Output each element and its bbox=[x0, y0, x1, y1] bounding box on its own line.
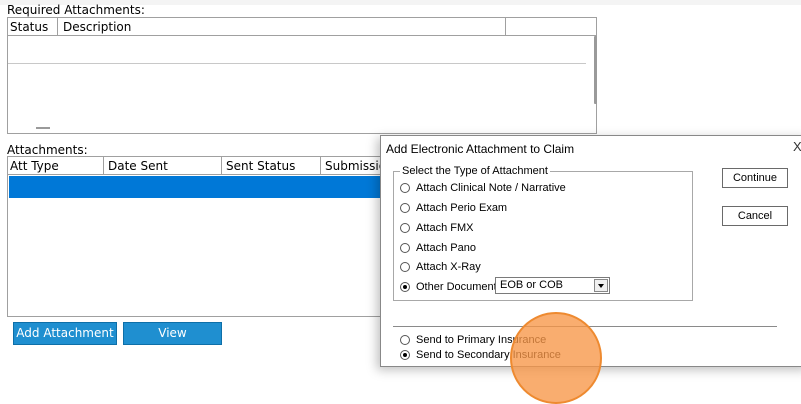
document-type-select[interactable]: EOB or COB bbox=[495, 277, 610, 294]
radio-icon[interactable] bbox=[400, 335, 410, 345]
attachments-grid[interactable]: Att Type Date Sent Sent Status Submissio… bbox=[7, 156, 397, 317]
radio-label: Attach Clinical Note / Narrative bbox=[416, 182, 566, 194]
column-header-sent-status[interactable]: Sent Status bbox=[224, 157, 319, 175]
column-header-status[interactable]: Status bbox=[8, 18, 58, 36]
radio-icon[interactable] bbox=[400, 350, 410, 360]
column-separator bbox=[505, 18, 506, 36]
vertical-scrollbar[interactable] bbox=[594, 36, 597, 104]
column-separator bbox=[221, 157, 222, 175]
radio-label: Attach FMX bbox=[416, 222, 474, 234]
grid-row-line bbox=[8, 63, 586, 64]
dialog-title: Add Electronic Attachment to Claim bbox=[386, 142, 575, 156]
column-separator bbox=[103, 157, 104, 175]
radio-icon[interactable] bbox=[400, 262, 410, 272]
required-attachments-grid[interactable]: Status Description bbox=[7, 17, 597, 134]
radio-icon[interactable] bbox=[400, 183, 410, 193]
radio-label: Attach Perio Exam bbox=[416, 202, 508, 214]
attachments-label: Attachments: bbox=[7, 143, 88, 157]
column-header-date-sent[interactable]: Date Sent bbox=[106, 157, 216, 175]
continue-button[interactable]: Continue bbox=[722, 168, 788, 188]
radio-perio-exam[interactable]: Attach Perio Exam bbox=[400, 201, 507, 215]
view-attachment-button[interactable]: View Attachment bbox=[123, 322, 222, 361]
attachments-grid-header: Att Type Date Sent Sent Status Submissio… bbox=[8, 157, 396, 175]
radio-icon[interactable] bbox=[400, 223, 410, 233]
column-header-att-type[interactable]: Att Type bbox=[8, 157, 98, 175]
radio-label: Attach X-Ray bbox=[416, 261, 481, 273]
document-type-value: EOB or COB bbox=[500, 279, 563, 291]
radio-icon[interactable] bbox=[400, 282, 410, 292]
radio-xray[interactable]: Attach X-Ray bbox=[400, 260, 481, 274]
chevron-down-icon[interactable] bbox=[594, 279, 608, 292]
required-attachments-label: Required Attachments: bbox=[7, 3, 145, 17]
radio-pano[interactable]: Attach Pano bbox=[400, 241, 476, 255]
required-grid-header: Status Description bbox=[8, 18, 596, 36]
column-separator bbox=[57, 18, 58, 36]
radio-icon[interactable] bbox=[400, 203, 410, 213]
radio-other-document[interactable]: Other Document bbox=[400, 280, 497, 294]
radio-icon[interactable] bbox=[400, 243, 410, 253]
horizontal-scrollbar[interactable] bbox=[36, 127, 50, 129]
attachment-type-group-label: Select the Type of Attachment bbox=[400, 165, 550, 177]
close-icon[interactable]: X bbox=[793, 139, 801, 154]
radio-fmx[interactable]: Attach FMX bbox=[400, 221, 473, 235]
add-attachment-button[interactable]: Add Attachment bbox=[13, 322, 117, 345]
radio-label: Other Document bbox=[416, 281, 497, 293]
selected-table-row[interactable] bbox=[9, 176, 397, 198]
column-header-description[interactable]: Description bbox=[61, 18, 501, 36]
column-separator bbox=[320, 157, 321, 175]
cursor-highlight bbox=[510, 312, 602, 404]
radio-label: Attach Pano bbox=[416, 242, 476, 254]
cancel-button[interactable]: Cancel bbox=[722, 206, 788, 226]
radio-clinical-note[interactable]: Attach Clinical Note / Narrative bbox=[400, 181, 566, 195]
